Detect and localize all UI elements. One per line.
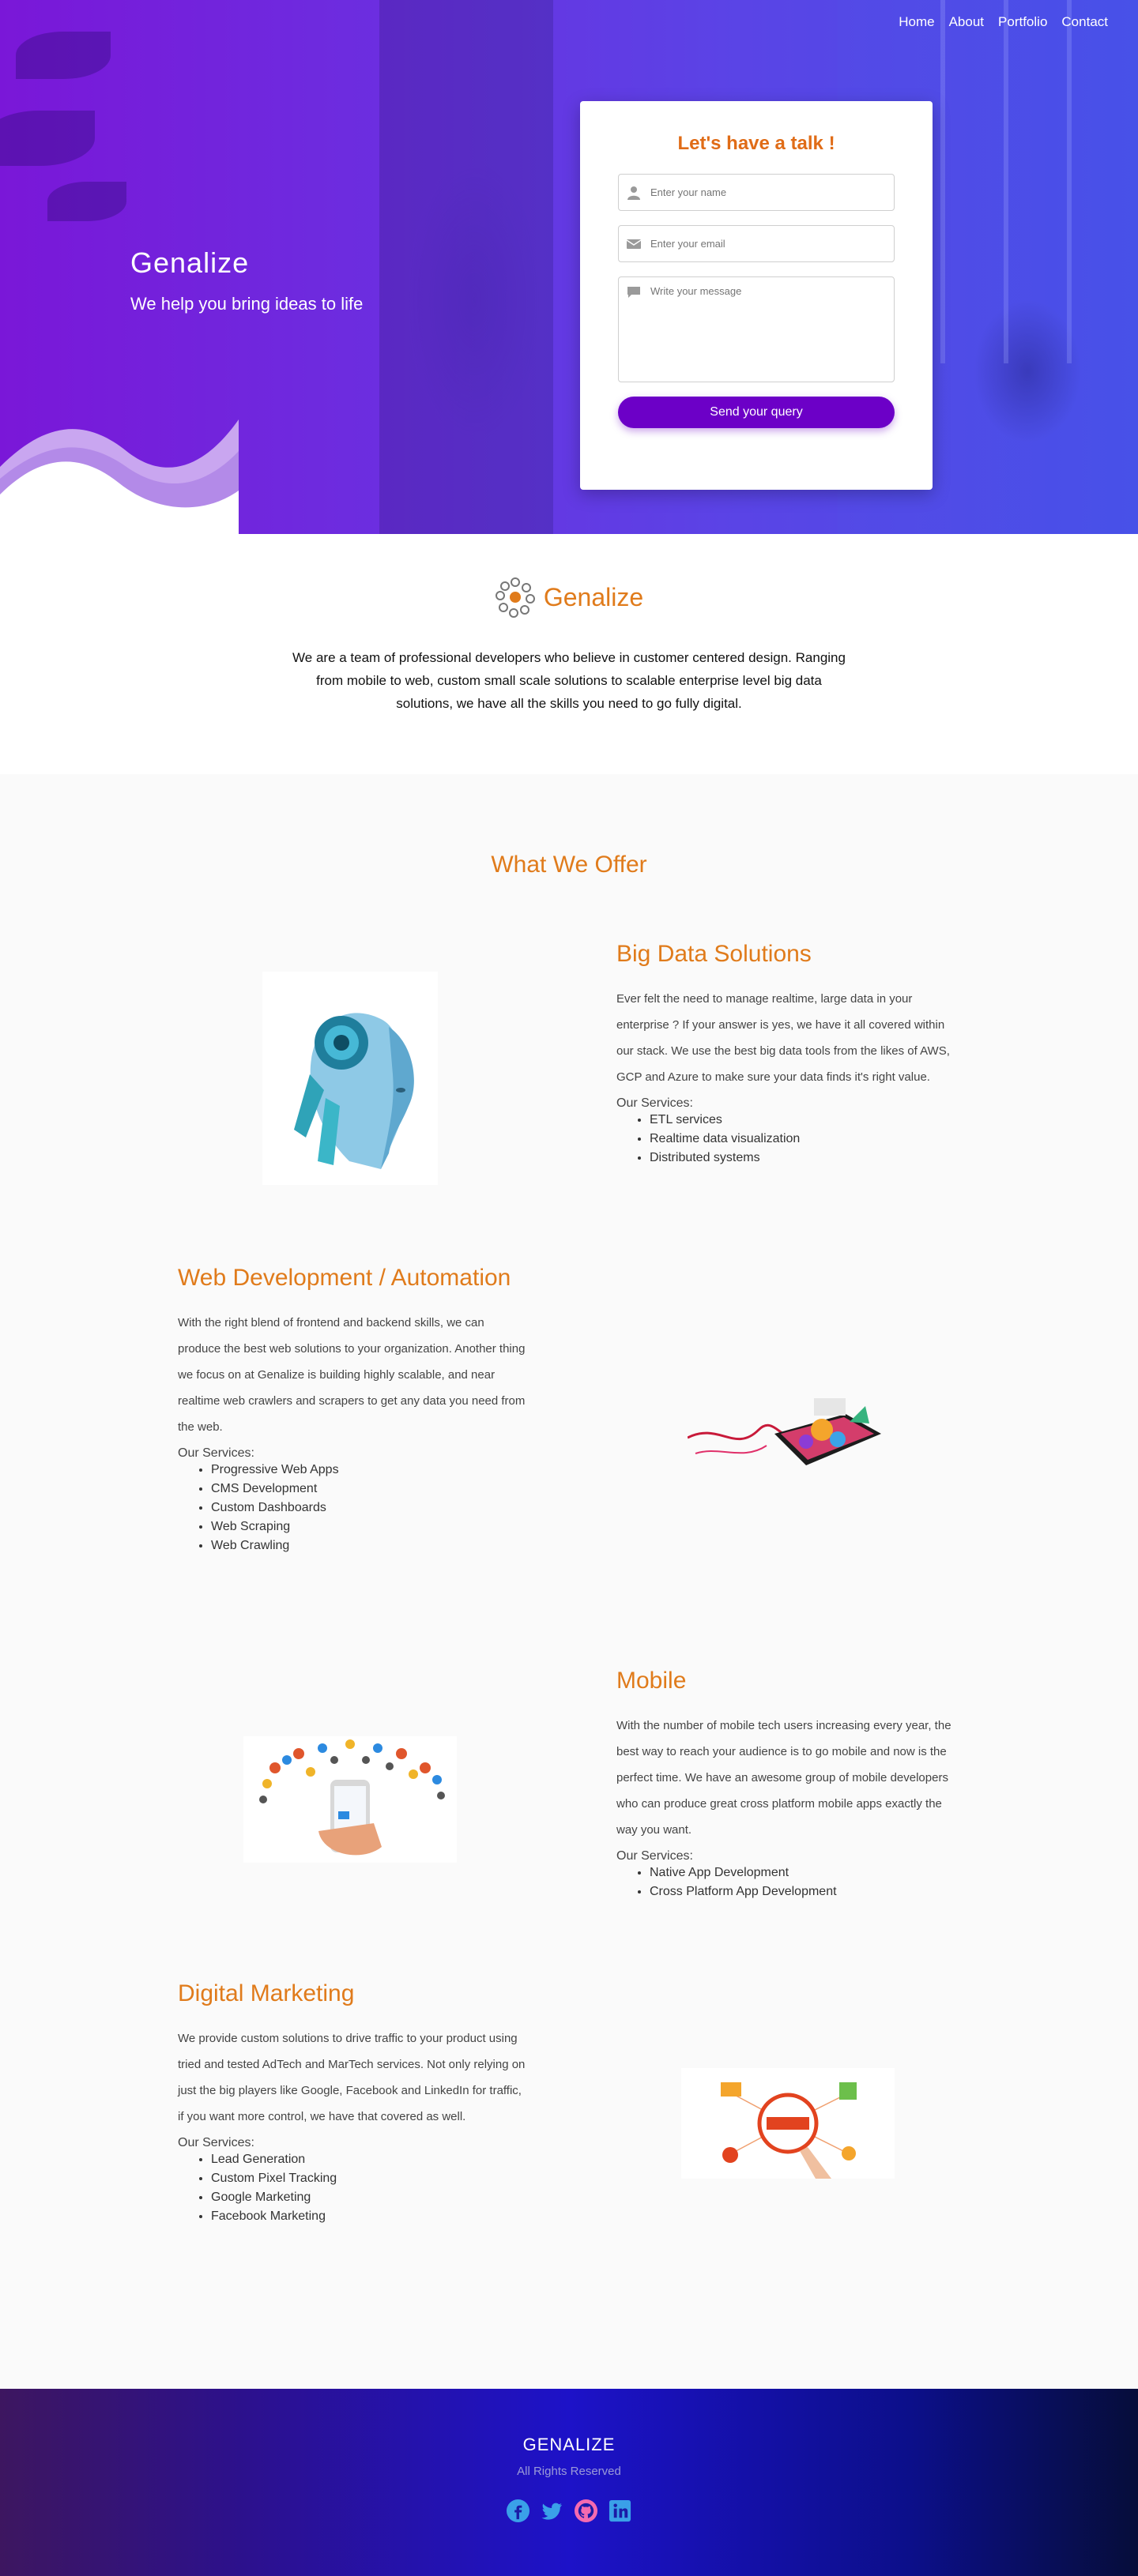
service-item: Custom Pixel Tracking xyxy=(211,2169,526,2188)
offer-item-description: With the number of mobile tech users inc… xyxy=(616,1719,951,1837)
github-icon[interactable] xyxy=(574,2499,598,2523)
service-item: Realtime data visualization xyxy=(650,1130,964,1149)
offer-item-description: Ever felt the need to manage realtime, l… xyxy=(616,992,950,1084)
hero-title: Genalize xyxy=(130,246,250,279)
hero-section: Home About Portfolio Contact Genalize We… xyxy=(0,0,1138,534)
brand-logo: Genalize xyxy=(495,577,643,618)
send-query-button[interactable]: Send your query xyxy=(618,397,895,428)
chat-bubble-icon xyxy=(627,287,640,298)
service-item: Progressive Web Apps xyxy=(211,1461,526,1480)
hero-subtitle: We help you bring ideas to life xyxy=(130,294,364,314)
offer-item-mobile: Mobile With the number of mobile tech us… xyxy=(616,1667,964,1901)
services-list: Lead Generation Custom Pixel Tracking Go… xyxy=(211,2150,526,2226)
name-field xyxy=(618,174,895,211)
message-field xyxy=(618,276,895,382)
service-item: Web Scraping xyxy=(211,1517,526,1536)
window-frame-decoration xyxy=(1004,0,1008,363)
services-list: ETL services Realtime data visualization… xyxy=(650,1111,964,1168)
service-item: Facebook Marketing xyxy=(211,2207,526,2226)
email-input[interactable] xyxy=(650,238,886,250)
offer-item-title: Web Development / Automation xyxy=(178,1265,511,1291)
brand-name: Genalize xyxy=(543,582,644,611)
service-item: CMS Development xyxy=(211,1480,526,1499)
offer-item-digital-marketing: Digital Marketing We provide custom solu… xyxy=(178,1980,526,2226)
offer-section: What We Offer Big Data Solutions Ever fe… xyxy=(0,774,1138,2389)
about-description: We are a team of professional developers… xyxy=(292,650,846,711)
service-item: ETL services xyxy=(650,1111,964,1130)
offer-item-description: With the right blend of frontend and bac… xyxy=(178,1316,526,1434)
tablet-splash-image xyxy=(687,1390,893,1477)
name-input[interactable] xyxy=(650,186,886,198)
services-label: Our Services: xyxy=(178,2136,254,2149)
twitter-icon[interactable] xyxy=(540,2499,564,2523)
service-item: Custom Dashboards xyxy=(211,1499,526,1517)
ai-robot-head-image xyxy=(262,972,438,1185)
services-label: Our Services: xyxy=(616,1849,693,1863)
service-item: Lead Generation xyxy=(211,2150,526,2169)
about-section: Genalize We are a team of professional d… xyxy=(0,534,1138,774)
service-item: Cross Platform App Development xyxy=(650,1882,964,1901)
nav-contact-link[interactable]: Contact xyxy=(1061,14,1108,30)
email-field xyxy=(618,225,895,262)
message-textarea[interactable] xyxy=(650,285,886,372)
offer-item-description: We provide custom solutions to drive tra… xyxy=(178,2032,526,2123)
window-frame-decoration xyxy=(1067,0,1072,363)
offer-item-web-development: Web Development / Automation With the ri… xyxy=(178,1264,526,1555)
service-item: Native App Development xyxy=(650,1863,964,1882)
plant-leaf-decoration xyxy=(16,32,111,79)
plant-leaf-decoration xyxy=(47,182,126,221)
services-label: Our Services: xyxy=(178,1446,254,1460)
digital-marketing-image xyxy=(681,2068,895,2179)
nav-portfolio-link[interactable]: Portfolio xyxy=(998,14,1047,30)
logo-icon xyxy=(495,577,535,618)
contact-heading: Let's have a talk ! xyxy=(677,133,835,154)
offer-item-title: Digital Marketing xyxy=(178,1980,355,2006)
envelope-icon xyxy=(627,239,641,249)
offer-item-title: Big Data Solutions xyxy=(616,941,812,967)
service-item: Web Crawling xyxy=(211,1536,526,1555)
footer-brand: GENALIZE xyxy=(522,2435,616,2454)
services-list: Native App Development Cross Platform Ap… xyxy=(650,1863,964,1901)
phone-app-icons-image xyxy=(243,1736,457,1863)
contact-form: Let's have a talk ! Send your query xyxy=(580,101,933,490)
wave-decoration xyxy=(0,419,239,534)
offer-item-big-data: Big Data Solutions Ever felt the need to… xyxy=(616,940,964,1168)
window-frame-decoration xyxy=(940,0,945,363)
offer-item-title: Mobile xyxy=(616,1668,687,1694)
footer: GENALIZE All Rights Reserved xyxy=(0,2389,1138,2576)
linkedin-icon[interactable] xyxy=(608,2499,632,2523)
top-navigation: Home About Portfolio Contact xyxy=(899,14,1108,30)
nav-about-link[interactable]: About xyxy=(949,14,984,30)
footer-copyright: All Rights Reserved xyxy=(517,2465,621,2478)
user-icon xyxy=(627,186,640,200)
offer-section-title: What We Offer xyxy=(491,852,647,878)
services-label: Our Services: xyxy=(616,1096,693,1110)
services-list: Progressive Web Apps CMS Development Cus… xyxy=(211,1461,526,1555)
service-item: Distributed systems xyxy=(650,1149,964,1168)
facebook-icon[interactable] xyxy=(506,2499,530,2523)
social-links xyxy=(0,2499,1138,2523)
nav-home-link[interactable]: Home xyxy=(899,14,934,30)
service-item: Google Marketing xyxy=(211,2188,526,2207)
